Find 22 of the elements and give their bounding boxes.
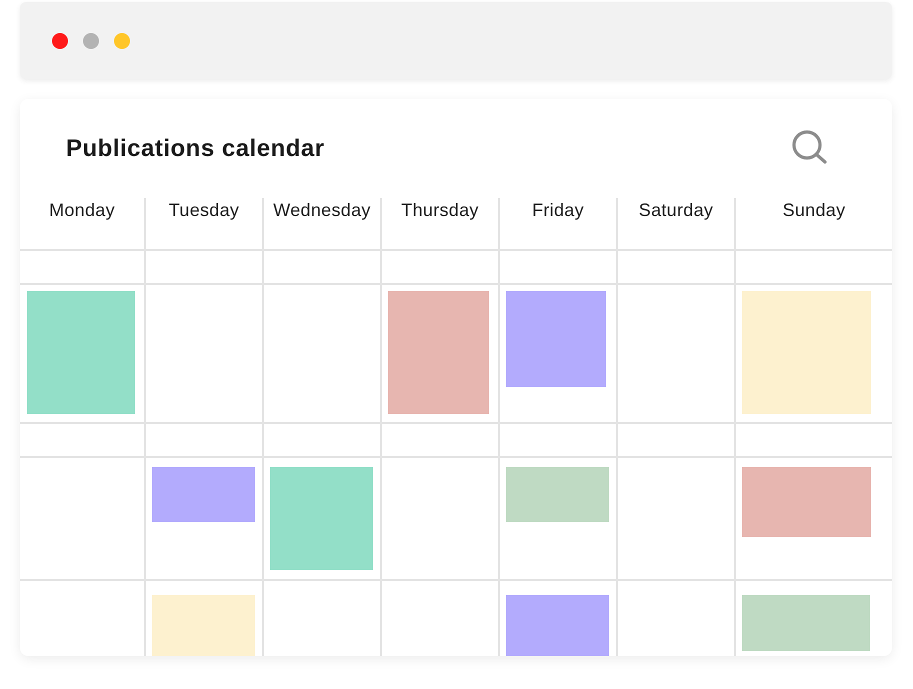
event-block[interactable]: [742, 467, 871, 537]
event-block[interactable]: [506, 291, 606, 387]
day-header: Wednesday: [273, 199, 371, 222]
day-header: Friday: [532, 199, 584, 222]
search-icon[interactable]: [792, 130, 828, 164]
day-header: Monday: [49, 199, 115, 222]
day-header: Tuesday: [168, 199, 240, 222]
event-block[interactable]: [506, 467, 609, 522]
event-block[interactable]: [388, 291, 489, 414]
event-block[interactable]: [270, 467, 373, 570]
calendar-title: Publications calendar: [66, 134, 325, 164]
window-control-icon[interactable]: [83, 32, 99, 48]
event-block[interactable]: [152, 467, 255, 522]
window-control-icon[interactable]: [52, 32, 68, 48]
event-block[interactable]: [742, 291, 871, 414]
day-header: Sunday: [782, 199, 846, 222]
event-block[interactable]: [152, 595, 255, 656]
day-header: Thursday: [401, 199, 479, 222]
event-block[interactable]: [742, 595, 870, 651]
event-block[interactable]: [506, 595, 609, 656]
event-block[interactable]: [27, 291, 135, 414]
day-header: Saturday: [638, 199, 714, 222]
